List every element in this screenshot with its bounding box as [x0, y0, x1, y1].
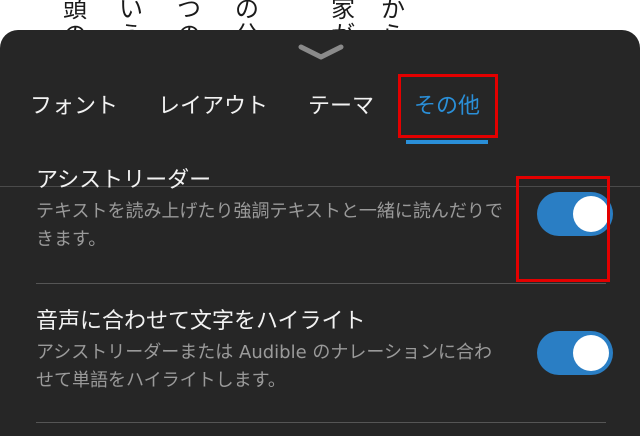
- tab-highlight-box: [398, 74, 498, 138]
- toggle-knob: [573, 335, 609, 371]
- row-divider: [36, 422, 606, 423]
- chevron-down-icon: [298, 44, 344, 64]
- highlight-description: アシストリーダーまたは Audible のナレーションに合わせて単語をハイライト…: [36, 342, 493, 391]
- collapse-handle[interactable]: [298, 44, 344, 64]
- setting-highlight: 音声に合わせて文字をハイライト アシストリーダーまたは Audible のナレー…: [36, 307, 606, 395]
- assist-reader-description: テキストを読み上げたり強調テキストと一緒に読んだりできます。: [36, 201, 503, 250]
- toggle-highlight-box: [516, 176, 610, 282]
- highlight-toggle[interactable]: [537, 331, 613, 375]
- settings-tabs: フォント レイアウト テーマ その他: [0, 72, 640, 187]
- highlight-title: 音声に合わせて文字をハイライト: [36, 309, 366, 334]
- row-divider: [36, 283, 606, 284]
- settings-sheet: フォント レイアウト テーマ その他 アシストリーダー テキストを読み上げたり強…: [0, 30, 640, 436]
- tab-font[interactable]: フォント: [30, 90, 118, 124]
- active-tab-indicator: [406, 140, 488, 144]
- tab-layout[interactable]: レイアウト: [158, 90, 268, 124]
- tab-theme[interactable]: テーマ: [308, 90, 374, 124]
